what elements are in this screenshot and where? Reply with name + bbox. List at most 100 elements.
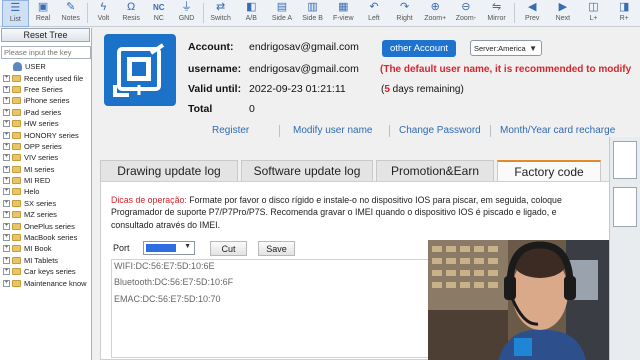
expand-icon[interactable]: + bbox=[3, 222, 10, 230]
expand-icon[interactable]: + bbox=[3, 142, 10, 150]
expand-icon[interactable]: + bbox=[3, 108, 10, 116]
tree-item-folder[interactable]: + SX series bbox=[0, 198, 91, 209]
port-selected-value bbox=[146, 244, 176, 252]
toolbar-side-a-button[interactable]: ▤ Side A bbox=[267, 0, 297, 27]
tree-item-folder[interactable]: + MI Book bbox=[0, 243, 91, 254]
tree-item-folder[interactable]: + HONORY series bbox=[0, 129, 91, 140]
recharge-link[interactable]: Month/Year card recharge bbox=[500, 125, 615, 136]
tree-item-folder[interactable]: + MacBook series bbox=[0, 232, 91, 243]
tree-item-folder[interactable]: + Free Series bbox=[0, 84, 91, 95]
tree-search-input[interactable] bbox=[1, 46, 91, 59]
toolbar-volt-button[interactable]: ϟ Volt bbox=[90, 0, 117, 27]
board-thumbnail[interactable] bbox=[613, 187, 637, 227]
factory-code-output[interactable] bbox=[111, 259, 431, 358]
expand-icon[interactable]: + bbox=[3, 74, 10, 82]
port-select[interactable]: ▼ bbox=[143, 241, 195, 255]
expand-icon[interactable]: + bbox=[3, 165, 10, 173]
toolbar-button-label: List bbox=[9, 16, 21, 23]
toolbar-button-label: GND bbox=[178, 15, 195, 22]
tree-item-folder[interactable]: + OPP series bbox=[0, 141, 91, 152]
toolbar-separator bbox=[87, 3, 89, 23]
expand-icon[interactable]: + bbox=[3, 234, 10, 242]
rotate-left-icon: ↶ bbox=[369, 1, 379, 13]
expand-icon[interactable]: + bbox=[3, 245, 10, 253]
toolbar-r-button[interactable]: ◨ R+ bbox=[609, 0, 639, 27]
folder-icon bbox=[12, 234, 21, 242]
modify-user-name-link[interactable]: Modify user name bbox=[293, 125, 372, 136]
expand-icon[interactable]: + bbox=[3, 199, 10, 207]
account-label: Account: bbox=[188, 41, 234, 53]
expand-icon[interactable]: + bbox=[3, 256, 10, 264]
notes-icon: ✎ bbox=[66, 1, 76, 13]
toolbar-list-button[interactable]: ☰ List bbox=[2, 0, 29, 27]
tree-item-folder[interactable]: + Helo bbox=[0, 186, 91, 197]
toolbar-nc-button[interactable]: NC NC bbox=[145, 0, 172, 27]
change-password-link[interactable]: Change Password bbox=[399, 125, 481, 136]
expand-icon[interactable]: + bbox=[3, 85, 10, 93]
folder-icon bbox=[12, 142, 21, 150]
toolbar-a-b-button[interactable]: ◧ A/B bbox=[236, 0, 266, 27]
expand-icon[interactable]: + bbox=[3, 177, 10, 185]
tree-item-folder[interactable]: + iPhone series bbox=[0, 95, 91, 106]
toolbar-zoom-button[interactable]: ⊕ Zoom+ bbox=[420, 0, 450, 27]
expand-icon[interactable]: + bbox=[3, 268, 10, 276]
valid-until-label: Valid until: bbox=[188, 83, 242, 95]
expand-icon[interactable]: + bbox=[3, 97, 10, 105]
tab-promotion-earn[interactable]: Promotion&Earn bbox=[376, 160, 494, 181]
tree-item-folder[interactable]: + Recently used file bbox=[0, 72, 91, 83]
expand-icon[interactable]: + bbox=[3, 211, 10, 219]
toolbar-f-view-button[interactable]: ▦ F-view bbox=[328, 0, 358, 27]
toolbar-resis-button[interactable]: Ω Resis bbox=[118, 0, 145, 27]
tips-line-1: Formate por favor o disco rígido e insta… bbox=[186, 195, 562, 205]
toolbar-gnd-button[interactable]: ⏚ GND bbox=[173, 0, 200, 27]
expand-icon[interactable]: + bbox=[3, 188, 10, 196]
tree-item-folder[interactable]: + Car keys series bbox=[0, 266, 91, 277]
phone-thumbnail[interactable] bbox=[613, 141, 637, 179]
toolbar-prev-button[interactable]: ◀ Prev bbox=[517, 0, 547, 27]
toolbar-zoom-button[interactable]: ⊖ Zoom- bbox=[451, 0, 481, 27]
tab-drawing-update-log[interactable]: Drawing update log bbox=[100, 160, 238, 181]
toolbar-button-label: Volt bbox=[97, 15, 110, 22]
reset-tree-button[interactable]: Reset Tree bbox=[1, 28, 90, 42]
server-select[interactable]: Server:America ▼ bbox=[470, 40, 542, 56]
other-account-button[interactable]: other Account bbox=[382, 40, 456, 57]
toolbar-left-button[interactable]: ↶ Left bbox=[359, 0, 389, 27]
expand-icon[interactable]: + bbox=[3, 131, 10, 139]
prev-icon: ◀ bbox=[527, 1, 537, 13]
toolbar-button-label: Resis bbox=[122, 15, 140, 22]
tree-item-folder[interactable]: + Maintenance know bbox=[0, 277, 91, 288]
register-link[interactable]: Register bbox=[212, 125, 249, 136]
tree-item-folder[interactable]: + MI Tablets bbox=[0, 255, 91, 266]
r-plus-icon: ◨ bbox=[618, 1, 630, 13]
toolbar-l-button[interactable]: ◫ L+ bbox=[579, 0, 609, 27]
tree-item-folder[interactable]: + iPad series bbox=[0, 107, 91, 118]
real-icon: ▣ bbox=[37, 1, 49, 13]
expand-icon[interactable]: + bbox=[3, 120, 10, 128]
valid-until-value: 2022-09-23 01:21:11 bbox=[249, 83, 346, 95]
save-button[interactable]: Save bbox=[258, 241, 295, 256]
toolbar-mirror-button[interactable]: ⇋ Mirror bbox=[482, 0, 512, 27]
chevron-down-icon: ▼ bbox=[184, 243, 191, 250]
tree-item-folder[interactable]: + HW series bbox=[0, 118, 91, 129]
toolbar-side-b-button[interactable]: ▥ Side B bbox=[298, 0, 328, 27]
tree-item-folder[interactable]: + MI series bbox=[0, 164, 91, 175]
tree-item-user[interactable]: USER bbox=[0, 61, 91, 72]
folder-icon bbox=[12, 177, 21, 185]
toolbar-button-label: NC bbox=[153, 15, 164, 22]
tree-item-folder[interactable]: + OnePlus series bbox=[0, 220, 91, 231]
tree-item-folder[interactable]: + MI RED bbox=[0, 175, 91, 186]
tab-software-update-log[interactable]: Software update log bbox=[241, 160, 373, 181]
days-suffix: days remaining) bbox=[389, 84, 464, 95]
toolbar-switch-button[interactable]: ⇄ Switch bbox=[206, 0, 236, 27]
toolbar-next-button[interactable]: ▶ Next bbox=[548, 0, 578, 27]
toolbar-real-button[interactable]: ▣ Real bbox=[30, 0, 57, 27]
tab-factory-code[interactable]: Factory code bbox=[497, 160, 601, 181]
expand-icon[interactable]: + bbox=[3, 154, 10, 162]
tree-item-folder[interactable]: + VIV series bbox=[0, 152, 91, 163]
toolbar-right-button[interactable]: ↷ Right bbox=[390, 0, 420, 27]
app-logo bbox=[104, 34, 176, 106]
cut-button[interactable]: Cut bbox=[210, 241, 247, 256]
expand-icon[interactable]: + bbox=[3, 279, 10, 287]
toolbar-notes-button[interactable]: ✎ Notes bbox=[57, 0, 84, 27]
tree-item-folder[interactable]: + MZ series bbox=[0, 209, 91, 220]
